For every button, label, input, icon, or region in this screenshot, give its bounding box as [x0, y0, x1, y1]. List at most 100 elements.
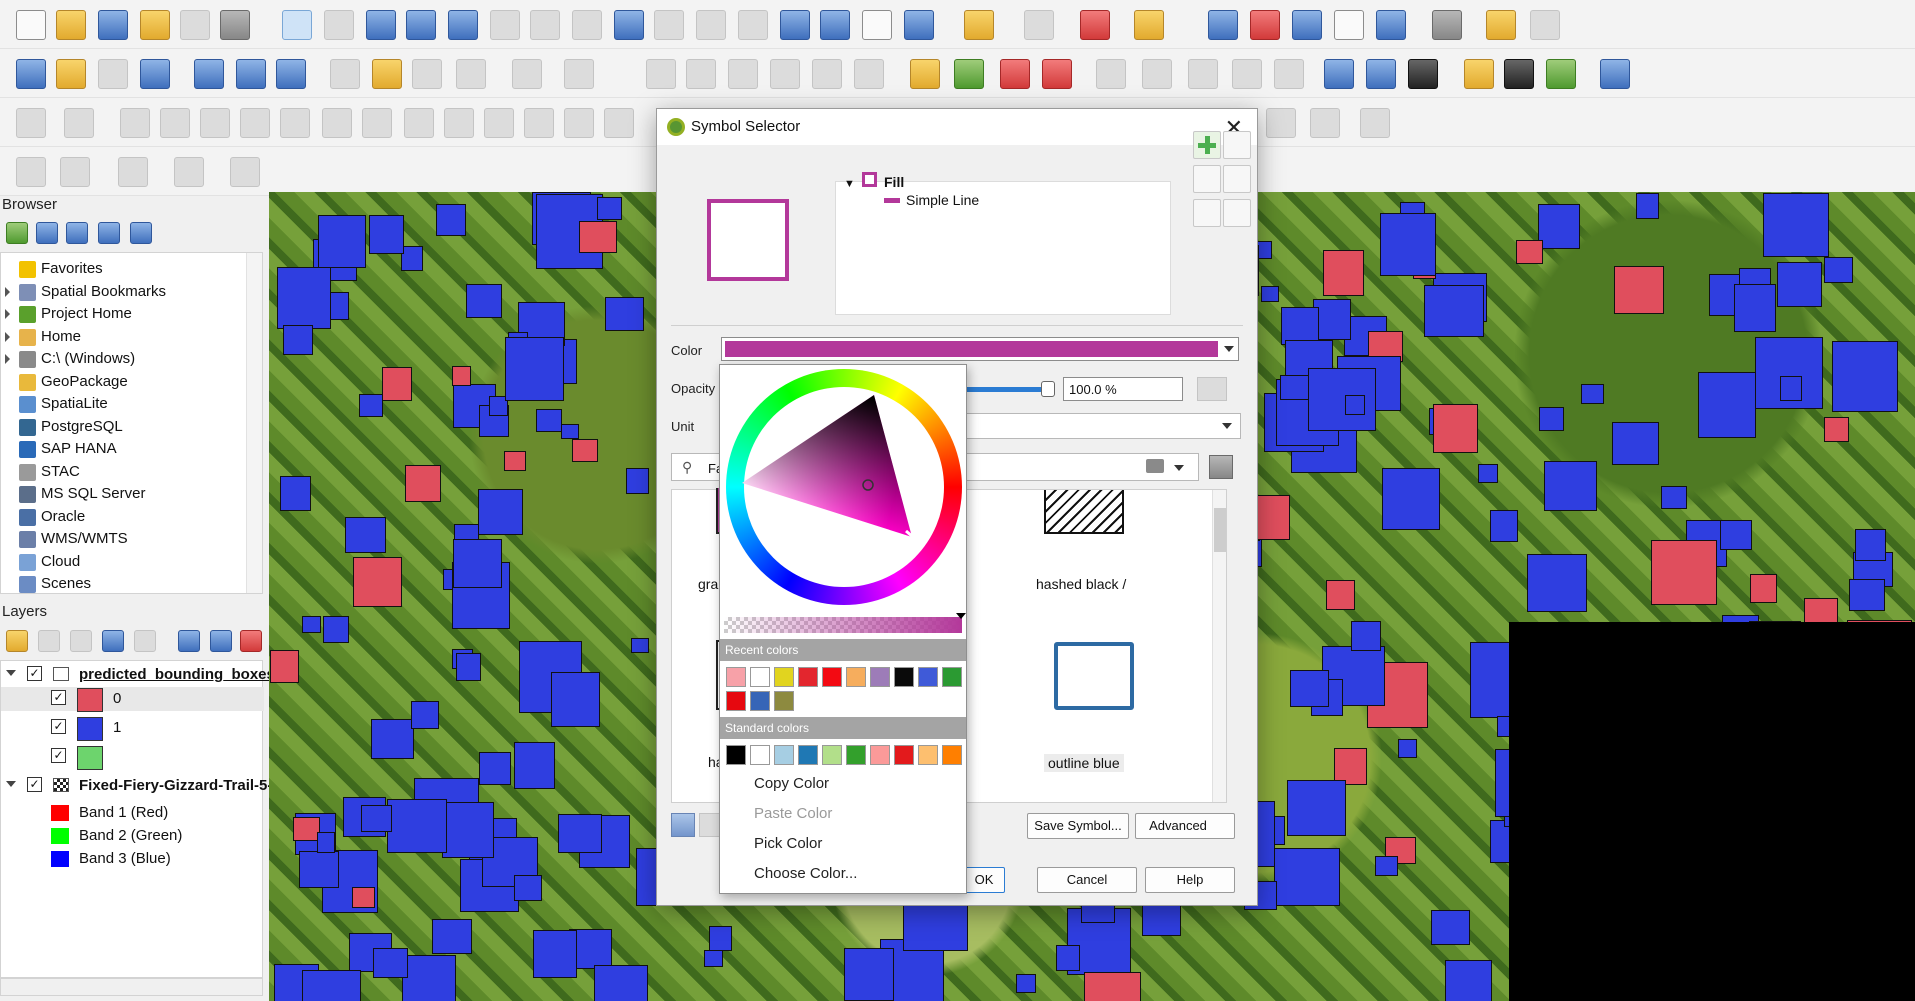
- cancel-button[interactable]: Cancel: [1037, 867, 1137, 893]
- deselect-icon[interactable]: [1080, 10, 1110, 40]
- change-label-icon[interactable]: [1232, 59, 1262, 89]
- category-swatch[interactable]: [77, 746, 103, 770]
- zoom-last-icon[interactable]: [614, 10, 644, 40]
- zoom-next-icon[interactable]: [654, 10, 684, 40]
- clear-search-icon[interactable]: [1146, 459, 1164, 473]
- attribute-table-icon[interactable]: [1250, 10, 1280, 40]
- rotate-label-icon[interactable]: [1188, 59, 1218, 89]
- new-bookmark-icon[interactable]: [780, 10, 810, 40]
- standard-color-swatch[interactable]: [822, 745, 842, 765]
- opacity-spinbox[interactable]: 100.0 %: [1063, 377, 1183, 401]
- cut-icon[interactable]: [686, 59, 716, 89]
- chevron-down-icon[interactable]: [1224, 346, 1234, 352]
- collapse-all-layers-icon[interactable]: [210, 630, 232, 652]
- standard-color-swatch[interactable]: [846, 745, 866, 765]
- visibility-eye-icon[interactable]: [70, 630, 92, 652]
- digitize-tool-10-icon[interactable]: [404, 108, 434, 138]
- new-map-view-icon[interactable]: [696, 10, 726, 40]
- remove-layer-icon[interactable]: [240, 630, 262, 652]
- show-bookmarks-icon[interactable]: [820, 10, 850, 40]
- digitize-tool-6-icon[interactable]: [240, 108, 270, 138]
- properties-icon[interactable]: [130, 222, 152, 244]
- visibility-checkbox[interactable]: ✓: [51, 719, 66, 734]
- layer-style-icon[interactable]: [6, 630, 28, 652]
- label-properties-icon[interactable]: [1274, 59, 1304, 89]
- recent-color-swatch[interactable]: [774, 691, 794, 711]
- digitize-tool-4-icon[interactable]: [160, 108, 190, 138]
- digitize-tool-16-icon[interactable]: [1266, 108, 1296, 138]
- zoom-native-icon[interactable]: [572, 10, 602, 40]
- digitize-tool-7-icon[interactable]: [280, 108, 310, 138]
- paste-color-item[interactable]: Paste Color: [754, 805, 832, 822]
- show-hide-labels-icon[interactable]: [1142, 59, 1172, 89]
- recent-color-swatch[interactable]: [750, 667, 770, 687]
- zoom-out-icon[interactable]: [406, 10, 436, 40]
- save-project-icon[interactable]: [98, 10, 128, 40]
- save-symbol-button[interactable]: Save Symbol...: [1027, 813, 1129, 839]
- browser-item-6[interactable]: SpatiaLite: [1, 394, 241, 416]
- shape-tool-2-icon[interactable]: [60, 157, 90, 187]
- layers-scrollbar[interactable]: [0, 978, 263, 996]
- recent-color-swatch[interactable]: [726, 667, 746, 687]
- layer-row-0[interactable]: ✓ predicted_bounding_boxes (1) — t: [1, 663, 326, 687]
- browser-item-14[interactable]: Scenes: [1, 574, 241, 596]
- advanced-button[interactable]: Advanced: [1135, 813, 1235, 839]
- pan-hand-icon[interactable]: [282, 10, 312, 40]
- help-question-icon[interactable]: [1600, 59, 1630, 89]
- collapse-arrow-icon[interactable]: [6, 670, 16, 676]
- list-scrollbar[interactable]: [1212, 490, 1226, 802]
- web-search-icon[interactable]: [1366, 59, 1396, 89]
- color-button[interactable]: [721, 337, 1239, 361]
- digitize-tool-9-icon[interactable]: [362, 108, 392, 138]
- statistics-sigma-icon[interactable]: [1334, 10, 1364, 40]
- digitize-tool-12-icon[interactable]: [484, 108, 514, 138]
- zoom-selection-icon[interactable]: [490, 10, 520, 40]
- pin-labels-icon[interactable]: [1000, 59, 1030, 89]
- icon-view-icon[interactable]: [671, 813, 695, 837]
- temporal-controller-icon[interactable]: [862, 10, 892, 40]
- move-down-icon[interactable]: [1223, 165, 1251, 193]
- delete-selected-icon[interactable]: [646, 59, 676, 89]
- digitize-tool-18-icon[interactable]: [1360, 108, 1390, 138]
- measure-icon[interactable]: [1432, 10, 1462, 40]
- style-manager-small-icon[interactable]: [1209, 455, 1233, 479]
- browser-item-10[interactable]: MS SQL Server: [1, 484, 241, 506]
- recent-color-swatch[interactable]: [774, 667, 794, 687]
- visibility-checkbox[interactable]: ✓: [27, 777, 42, 792]
- choose-color-item[interactable]: Choose Color...: [754, 865, 857, 882]
- duplicate-layer-icon[interactable]: [1193, 199, 1221, 227]
- plugin-owl-icon[interactable]: [1408, 59, 1438, 89]
- digitize-tool-5-icon[interactable]: [200, 108, 230, 138]
- add-layer-icon[interactable]: [6, 222, 28, 244]
- modify-attributes-icon[interactable]: [564, 59, 594, 89]
- digitize-tool-1-icon[interactable]: [16, 108, 46, 138]
- filter-legend-icon[interactable]: [102, 630, 124, 652]
- recent-color-swatch[interactable]: [918, 667, 938, 687]
- digitize-tool-13-icon[interactable]: [524, 108, 554, 138]
- zoom-in-icon[interactable]: [366, 10, 396, 40]
- browser-item-11[interactable]: Oracle: [1, 507, 241, 529]
- new-3d-view-icon[interactable]: [738, 10, 768, 40]
- save-edits-icon[interactable]: [412, 59, 442, 89]
- shape-tool-5-icon[interactable]: [230, 157, 260, 187]
- map-tips-icon[interactable]: [1376, 10, 1406, 40]
- layer-row-7[interactable]: Band 3 (Blue): [1, 847, 264, 871]
- alpha-slider[interactable]: [724, 617, 962, 633]
- select-location-icon[interactable]: [1134, 10, 1164, 40]
- current-edits-icon[interactable]: [330, 59, 360, 89]
- symbol-label-2[interactable]: hashed black /: [1036, 576, 1126, 592]
- add-vector-icon[interactable]: [98, 59, 128, 89]
- add-virtual-icon[interactable]: [276, 59, 306, 89]
- standard-color-swatch[interactable]: [798, 745, 818, 765]
- browser-item-0[interactable]: Favorites: [1, 259, 241, 281]
- digitize-tool-2-icon[interactable]: [64, 108, 94, 138]
- refresh-icon[interactable]: [904, 10, 934, 40]
- symbol-hashed-thumb[interactable]: [1044, 490, 1124, 534]
- collapse-arrow-icon[interactable]: ▼: [844, 178, 855, 190]
- add-delimited-icon[interactable]: [140, 59, 170, 89]
- python-icon[interactable]: [1464, 59, 1494, 89]
- layer-row-6[interactable]: Band 2 (Green): [1, 824, 264, 848]
- browser-scrollbar[interactable]: [246, 253, 262, 593]
- browser-item-9[interactable]: STAC: [1, 462, 241, 484]
- zoom-full-icon[interactable]: [448, 10, 478, 40]
